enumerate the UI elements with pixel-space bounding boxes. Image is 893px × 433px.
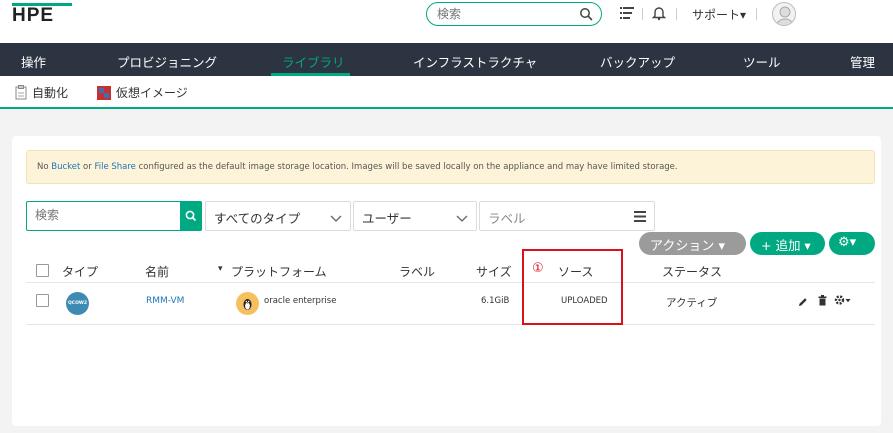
file-share-link[interactable]: File Share bbox=[94, 162, 135, 172]
column-header-name[interactable]: 名前 bbox=[145, 263, 169, 280]
chevron-down-icon bbox=[330, 211, 342, 226]
filter-search[interactable] bbox=[26, 201, 202, 231]
avatar[interactable] bbox=[772, 2, 796, 26]
label-filter-placeholder: ラベル bbox=[488, 211, 526, 226]
sort-indicator-icon[interactable]: ▾ bbox=[218, 264, 223, 274]
divider bbox=[26, 324, 875, 325]
settings-button[interactable]: ⚙▾ bbox=[829, 232, 875, 255]
row-gear-icon[interactable] bbox=[834, 294, 852, 309]
divider bbox=[26, 282, 875, 283]
type-select[interactable]: すべてのタイプ bbox=[205, 201, 351, 231]
image-size: 6.1GiB bbox=[481, 296, 510, 306]
subnav-item-automation[interactable]: 自動化 bbox=[15, 84, 68, 103]
action-button[interactable]: アクション ▾ bbox=[639, 232, 746, 255]
search-icon[interactable] bbox=[579, 7, 593, 24]
subnav-automation-label: 自動化 bbox=[32, 86, 69, 100]
label-filter[interactable]: ラベル bbox=[479, 201, 655, 231]
user-select[interactable]: ユーザー bbox=[353, 201, 477, 231]
subnav-item-virtual-images[interactable]: 仮想イメージ bbox=[97, 84, 188, 103]
alert-text: configured as the default image storage … bbox=[135, 162, 678, 172]
filter-search-button[interactable] bbox=[180, 201, 202, 231]
global-search-input[interactable] bbox=[437, 6, 577, 22]
column-header-platform[interactable]: プラットフォーム bbox=[231, 263, 327, 280]
divider bbox=[642, 8, 643, 20]
image-name-link[interactable]: RMM-VM bbox=[146, 296, 184, 306]
row-checkbox[interactable] bbox=[36, 294, 49, 307]
search-icon bbox=[185, 210, 197, 222]
column-header-type[interactable]: タイプ bbox=[62, 263, 98, 280]
column-header-status[interactable]: ステータス bbox=[662, 263, 722, 280]
storage-alert: No Bucket or File Share configured as th… bbox=[26, 150, 875, 184]
support-menu[interactable]: サポート▾ bbox=[692, 6, 746, 23]
bell-icon[interactable] bbox=[651, 6, 667, 24]
subnav-virtual-images-label: 仮想イメージ bbox=[116, 86, 188, 100]
qcow2-type-badge: QCOW2 bbox=[66, 292, 89, 315]
nav-item-admin[interactable]: 管理 bbox=[850, 52, 875, 71]
nav-item-tools[interactable]: ツール bbox=[743, 52, 781, 71]
trash-icon[interactable] bbox=[818, 295, 827, 309]
nav-item-provisioning[interactable]: プロビジョニング bbox=[117, 52, 217, 71]
top-bar: HPE サポート▾ bbox=[0, 0, 893, 43]
list-icon[interactable] bbox=[620, 6, 634, 23]
global-search[interactable] bbox=[426, 2, 602, 26]
sub-nav: 自動化 仮想イメージ bbox=[0, 76, 893, 109]
content-panel: No Bucket or File Share configured as th… bbox=[12, 136, 881, 426]
nav-item-library[interactable]: ライブラリ bbox=[282, 52, 345, 71]
platform-name: oracle enterprise bbox=[264, 296, 337, 306]
column-header-size[interactable]: サイズ bbox=[476, 263, 512, 280]
logo-text: HPE bbox=[12, 5, 55, 26]
bucket-link[interactable]: Bucket bbox=[51, 162, 80, 172]
nav-item-backup[interactable]: バックアップ bbox=[600, 52, 675, 71]
source-highlight-box bbox=[522, 249, 623, 325]
main-nav: 操作 プロビジョニング ライブラリ インフラストラクチャ バックアップ ツール … bbox=[0, 43, 893, 76]
alert-text: No bbox=[37, 162, 52, 172]
clipboard-icon bbox=[15, 85, 27, 103]
hpe-logo[interactable]: HPE bbox=[12, 3, 76, 26]
select-all-checkbox[interactable] bbox=[36, 264, 49, 277]
user-avatar-icon bbox=[775, 6, 795, 25]
chevron-down-icon bbox=[456, 211, 468, 226]
add-button[interactable]: + 追加 ▾ bbox=[750, 232, 825, 255]
column-header-label[interactable]: ラベル bbox=[399, 263, 435, 280]
type-select-value: すべてのタイプ bbox=[214, 211, 301, 226]
linux-penguin-icon bbox=[236, 292, 259, 315]
image-status: アクティブ bbox=[666, 297, 718, 309]
divider bbox=[756, 8, 757, 20]
filter-search-input[interactable] bbox=[35, 208, 175, 222]
nav-item-infrastructure[interactable]: インフラストラクチャ bbox=[413, 52, 537, 71]
edit-icon[interactable] bbox=[798, 296, 808, 310]
divider bbox=[676, 8, 677, 20]
list-icon[interactable] bbox=[634, 210, 646, 225]
gear-icon: ⚙▾ bbox=[838, 235, 857, 250]
virtual-image-icon bbox=[97, 86, 111, 103]
user-select-value: ユーザー bbox=[362, 211, 412, 226]
nav-item-operations[interactable]: 操作 bbox=[21, 52, 46, 71]
alert-text: or bbox=[80, 162, 95, 172]
